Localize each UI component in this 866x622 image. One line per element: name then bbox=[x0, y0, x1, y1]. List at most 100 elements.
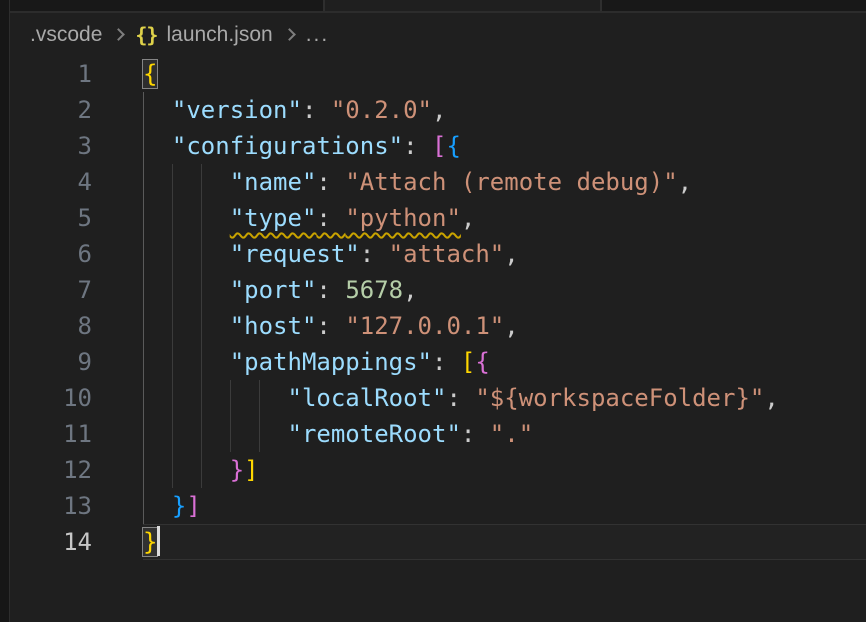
line-content[interactable]: "type": "python", bbox=[143, 200, 866, 236]
indent-guide bbox=[143, 164, 144, 200]
tab-bar-strip bbox=[10, 0, 866, 13]
token-b1: ] bbox=[244, 456, 258, 484]
inactive-tab-segment[interactable] bbox=[10, 0, 323, 11]
code-line[interactable]: 1{ bbox=[10, 56, 866, 92]
token-punct: , bbox=[461, 204, 475, 232]
line-content[interactable]: "remoteRoot": "." bbox=[143, 416, 866, 452]
line-content[interactable]: } bbox=[143, 524, 866, 560]
token-b2: ] bbox=[186, 492, 200, 520]
indent-guide bbox=[143, 236, 144, 272]
token-punct: : bbox=[316, 168, 345, 196]
indent-guide bbox=[230, 416, 231, 452]
line-content[interactable]: }] bbox=[143, 488, 866, 524]
breadcrumb-symbol-ellipsis[interactable]: ... bbox=[306, 23, 330, 47]
indent-guide bbox=[172, 200, 173, 236]
breadcrumb-folder[interactable]: .vscode bbox=[30, 23, 102, 47]
indent-guide bbox=[201, 416, 202, 452]
tab-bar-empty-space bbox=[602, 0, 866, 11]
line-content[interactable]: "version": "0.2.0", bbox=[143, 92, 866, 128]
indent-guide bbox=[201, 344, 202, 380]
indent-guide bbox=[201, 164, 202, 200]
token-punct: : bbox=[316, 312, 345, 340]
indent-guide bbox=[143, 308, 144, 344]
json-braces-icon: {} bbox=[135, 23, 157, 47]
code-line[interactable]: 5 "type": "python", bbox=[10, 200, 866, 236]
code-text: "version": "0.2.0", bbox=[143, 96, 446, 124]
code-line[interactable]: 3 "configurations": [{ bbox=[10, 128, 866, 164]
code-line[interactable]: 9 "pathMappings": [{ bbox=[10, 344, 866, 380]
vscode-editor-window: .vscode {} launch.json ... 1{2 "version"… bbox=[0, 0, 866, 622]
line-content[interactable]: "host": "127.0.0.1", bbox=[143, 308, 866, 344]
line-number[interactable]: 2 bbox=[10, 92, 92, 128]
code-text: { bbox=[143, 60, 157, 88]
line-number[interactable]: 10 bbox=[10, 380, 92, 416]
token-num: 5678 bbox=[345, 276, 403, 304]
indent-guide bbox=[201, 200, 202, 236]
indent-guide bbox=[172, 380, 173, 416]
code-line[interactable]: 2 "version": "0.2.0", bbox=[10, 92, 866, 128]
indent-guide bbox=[230, 380, 231, 416]
code-text: }] bbox=[143, 492, 201, 520]
token-punct: : bbox=[432, 348, 461, 376]
line-number[interactable]: 9 bbox=[10, 344, 92, 380]
chevron-right-icon bbox=[283, 28, 296, 41]
token-punct: , bbox=[764, 384, 778, 412]
indent-guide bbox=[172, 236, 173, 272]
token-str: "127.0.0.1" bbox=[345, 312, 504, 340]
code-line[interactable]: 14} bbox=[10, 524, 866, 560]
line-content[interactable]: { bbox=[143, 56, 866, 92]
line-content[interactable]: "localRoot": "${workspaceFolder}", bbox=[143, 380, 866, 416]
line-content[interactable]: }] bbox=[143, 452, 866, 488]
token-punct: : bbox=[316, 276, 345, 304]
line-content[interactable]: "request": "attach", bbox=[143, 236, 866, 272]
line-number[interactable]: 14 bbox=[10, 524, 92, 560]
indent-guide bbox=[143, 488, 144, 524]
line-number[interactable]: 4 bbox=[10, 164, 92, 200]
line-number[interactable]: 7 bbox=[10, 272, 92, 308]
token-b2: { bbox=[475, 348, 489, 376]
code-text: } bbox=[143, 528, 160, 556]
token-key: "remoteRoot" bbox=[288, 420, 461, 448]
line-number[interactable]: 5 bbox=[10, 200, 92, 236]
code-editor[interactable]: 1{2 "version": "0.2.0",3 "configurations… bbox=[10, 56, 866, 622]
token-b3: } bbox=[172, 492, 186, 520]
active-tab-segment[interactable] bbox=[323, 0, 602, 11]
code-line[interactable]: 8 "host": "127.0.0.1", bbox=[10, 308, 866, 344]
token-b3: { bbox=[446, 132, 460, 160]
line-number[interactable]: 11 bbox=[10, 416, 92, 452]
indent-guide bbox=[259, 380, 260, 416]
line-number[interactable]: 8 bbox=[10, 308, 92, 344]
line-number[interactable]: 13 bbox=[10, 488, 92, 524]
line-number[interactable]: 12 bbox=[10, 452, 92, 488]
code-line[interactable]: 13 }] bbox=[10, 488, 866, 524]
code-line[interactable]: 7 "port": 5678, bbox=[10, 272, 866, 308]
line-number[interactable]: 6 bbox=[10, 236, 92, 272]
line-number[interactable]: 1 bbox=[10, 56, 92, 92]
indent-guide bbox=[143, 344, 144, 380]
token-punct: , bbox=[504, 312, 518, 340]
indent-guide bbox=[143, 416, 144, 452]
line-number[interactable]: 3 bbox=[10, 128, 92, 164]
breadcrumb-file[interactable]: launch.json bbox=[166, 23, 272, 47]
token-punct: : bbox=[403, 132, 432, 160]
token-b1: [ bbox=[461, 348, 475, 376]
matched-bracket: { bbox=[143, 60, 157, 88]
indent-guide bbox=[172, 164, 173, 200]
line-content[interactable]: "pathMappings": [{ bbox=[143, 344, 866, 380]
indent-guide bbox=[172, 452, 173, 488]
token-str: "." bbox=[490, 420, 533, 448]
code-text: "host": "127.0.0.1", bbox=[143, 312, 519, 340]
code-line[interactable]: 11 "remoteRoot": "." bbox=[10, 416, 866, 452]
code-line[interactable]: 4 "name": "Attach (remote debug)", bbox=[10, 164, 866, 200]
token-punct: , bbox=[432, 96, 446, 124]
indent-guide bbox=[143, 128, 144, 164]
line-content[interactable]: "configurations": [{ bbox=[143, 128, 866, 164]
line-content[interactable]: "name": "Attach (remote debug)", bbox=[143, 164, 866, 200]
code-line[interactable]: 12 }] bbox=[10, 452, 866, 488]
warning-squiggle: "type": "python" bbox=[230, 204, 461, 232]
code-line[interactable]: 6 "request": "attach", bbox=[10, 236, 866, 272]
token-punct: , bbox=[504, 240, 518, 268]
code-line[interactable]: 10 "localRoot": "${workspaceFolder}", bbox=[10, 380, 866, 416]
line-content[interactable]: "port": 5678, bbox=[143, 272, 866, 308]
token-b2: } bbox=[230, 456, 244, 484]
